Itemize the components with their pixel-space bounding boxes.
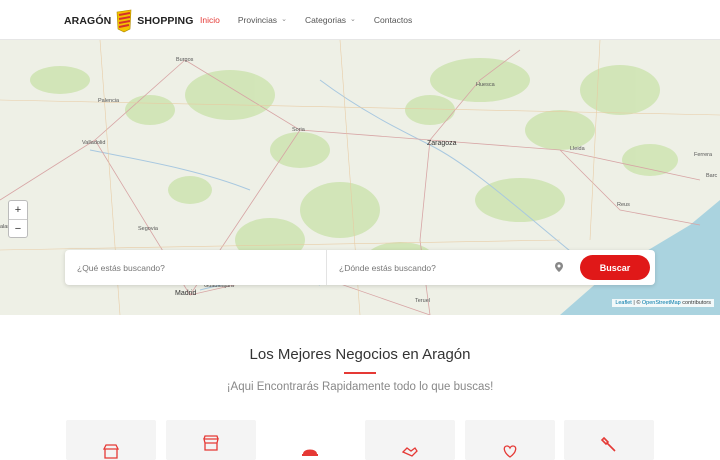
city-label: Zaragoza <box>427 140 457 147</box>
nav-label: Inicio <box>200 15 220 25</box>
title-underline <box>344 372 376 374</box>
category-card[interactable] <box>465 420 555 460</box>
city-label: Reus <box>617 202 630 208</box>
leaflet-link[interactable]: Leaflet <box>615 300 632 306</box>
city-label: Ferrera <box>694 152 713 158</box>
category-cards <box>66 420 656 460</box>
logo-text-aragon: ARAGÓN <box>64 15 112 27</box>
handshake-icon <box>401 447 418 457</box>
city-label: Lleida <box>570 146 585 152</box>
city-label: Huesca <box>476 82 495 88</box>
map-attribution: Leaflet | © OpenStreetMap contributors <box>612 299 714 307</box>
nav-label: Contactos <box>373 15 413 25</box>
category-card[interactable] <box>166 420 256 460</box>
attribution-separator: | © <box>631 300 642 306</box>
city-label: Palencia <box>98 98 120 104</box>
city-label: Teruel <box>415 298 430 304</box>
city-label: Segovia <box>138 226 158 232</box>
nav-item-contactos[interactable]: Contactos <box>374 15 412 25</box>
category-card[interactable] <box>265 420 355 460</box>
nav-item-provincias[interactable]: Provincias ⌄ <box>238 15 287 25</box>
chevron-down-icon: ⌄ <box>350 16 356 23</box>
site-logo[interactable]: ARAGÓN SHOPPING <box>64 9 194 33</box>
city-label: Barc <box>706 173 718 179</box>
city-label: Valladolid <box>82 140 106 146</box>
search-button[interactable]: Buscar <box>580 255 650 280</box>
nav-label: Provincias <box>237 15 278 25</box>
category-card[interactable] <box>66 420 156 460</box>
main-nav: Inicio Provincias ⌄ Categorias ⌄ Contact… <box>200 0 430 40</box>
logo-text-shopping: SHOPPING <box>137 15 194 27</box>
health-icon <box>503 445 517 458</box>
nav-item-inicio[interactable]: Inicio <box>200 15 220 25</box>
tools-icon <box>600 436 616 452</box>
attribution-text: contributors <box>680 300 711 306</box>
chevron-down-icon: ⌄ <box>281 16 287 23</box>
city-label: Madrid <box>175 290 197 297</box>
where-placeholder: ¿Dónde estás buscando? <box>339 262 436 273</box>
zoom-out-button[interactable]: − <box>9 219 27 237</box>
site-header: ARAGÓN SHOPPING Inicio Provincias ⌄ Cate… <box>0 0 720 40</box>
food-icon <box>302 449 318 456</box>
city-label: Burgos <box>176 57 194 63</box>
map-zoom-control: + − <box>8 200 28 238</box>
section-subtitle: ¡Aqui Encontrarás Rapidamente todo lo qu… <box>226 381 494 393</box>
category-card[interactable] <box>365 420 455 460</box>
aragon-flag-logo-icon <box>114 9 134 33</box>
osm-link[interactable]: OpenStreetMap <box>642 300 681 306</box>
section-title: Los Mejores Negocios en Aragón <box>249 346 471 363</box>
search-bar: ¿Qué estás buscando? ¿Dónde estás buscan… <box>65 250 655 285</box>
location-pin-icon[interactable] <box>555 262 563 272</box>
what-placeholder: ¿Qué estás buscando? <box>77 262 165 273</box>
shop-icon <box>203 435 219 451</box>
zoom-in-button[interactable]: + <box>9 201 27 219</box>
nav-label: Categorias <box>304 15 347 25</box>
category-card[interactable] <box>564 420 654 460</box>
city-label: Soria <box>292 127 305 133</box>
nav-item-categorias[interactable]: Categorias ⌄ <box>305 15 356 25</box>
what-search-input[interactable]: ¿Qué estás buscando? <box>65 250 327 285</box>
store-icon <box>102 444 120 459</box>
where-search-input[interactable]: ¿Dónde estás buscando? <box>327 250 579 285</box>
